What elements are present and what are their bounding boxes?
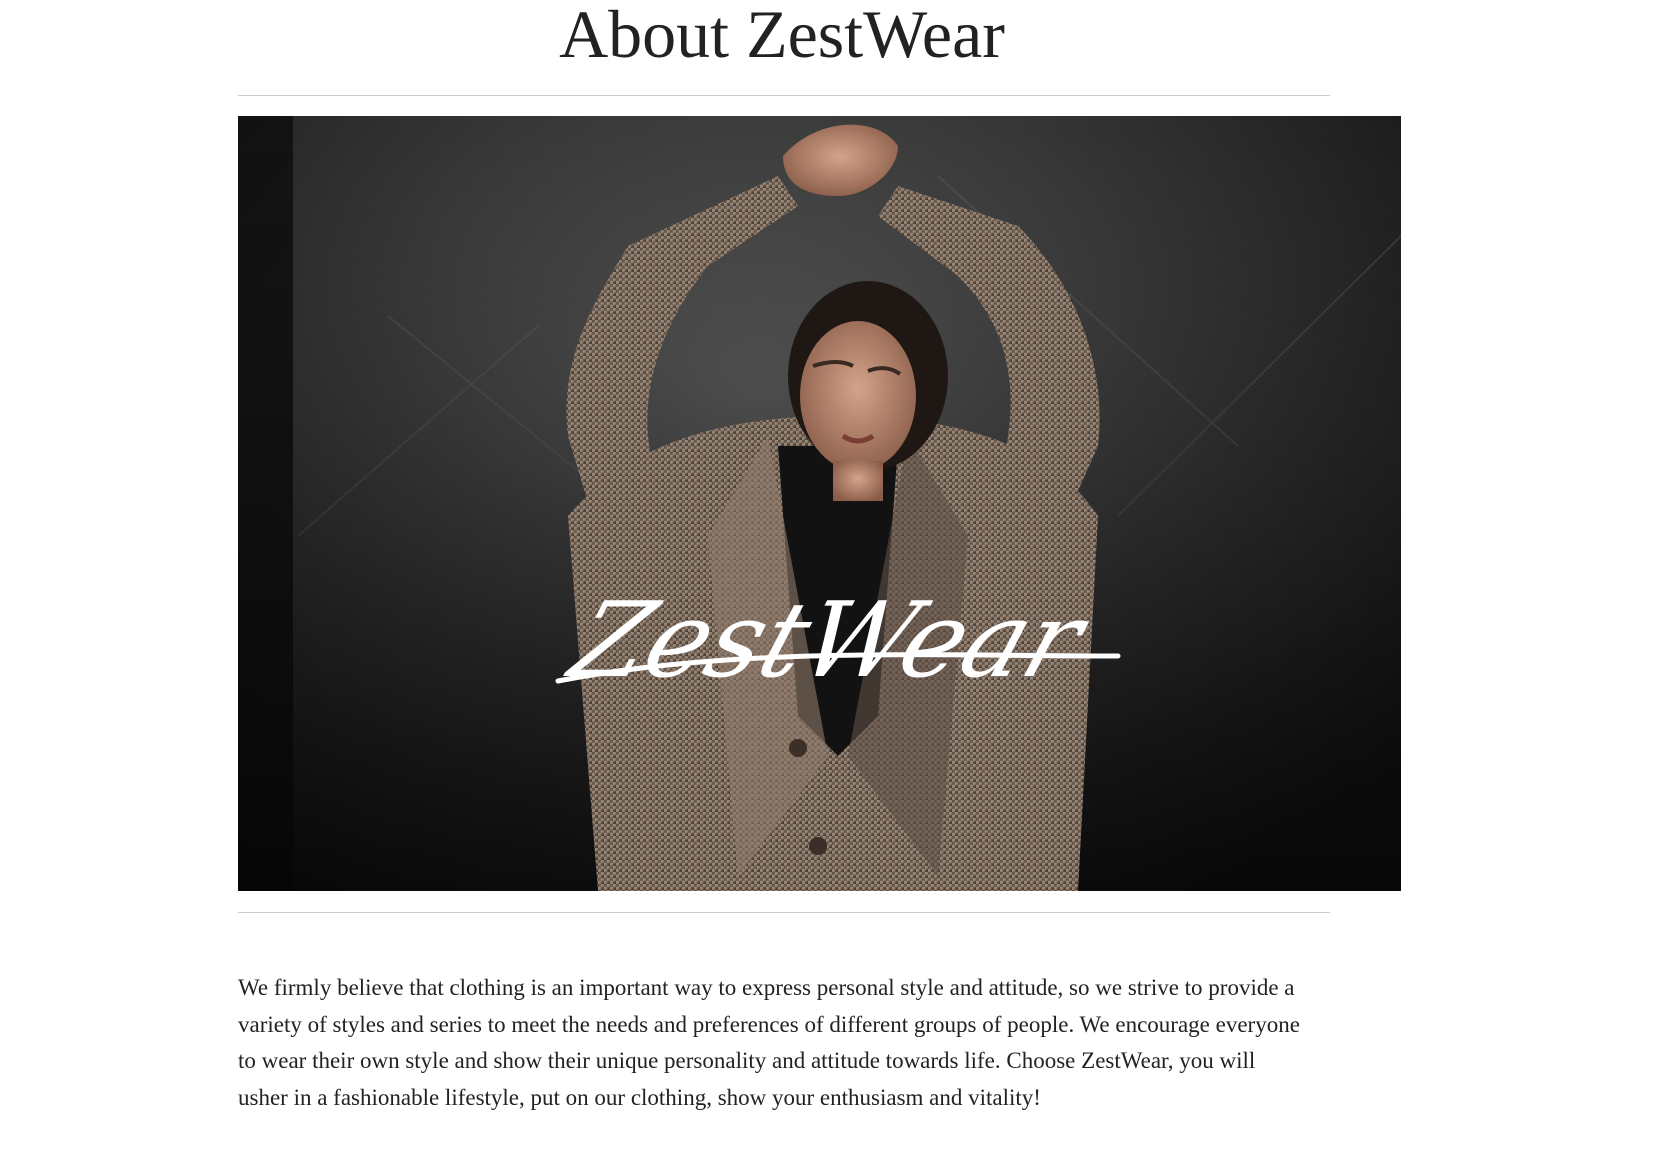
about-paragraph: We firmly believe that clothing is an im… [238, 975, 1300, 1110]
top-divider [238, 95, 1330, 96]
hero-photo: ZestWear [238, 116, 1401, 891]
hero-image: ZestWear [238, 116, 1401, 891]
middle-divider [238, 912, 1330, 913]
hero-logo: ZestWear [555, 580, 1104, 701]
page-title: About ZestWear [559, 0, 1005, 72]
